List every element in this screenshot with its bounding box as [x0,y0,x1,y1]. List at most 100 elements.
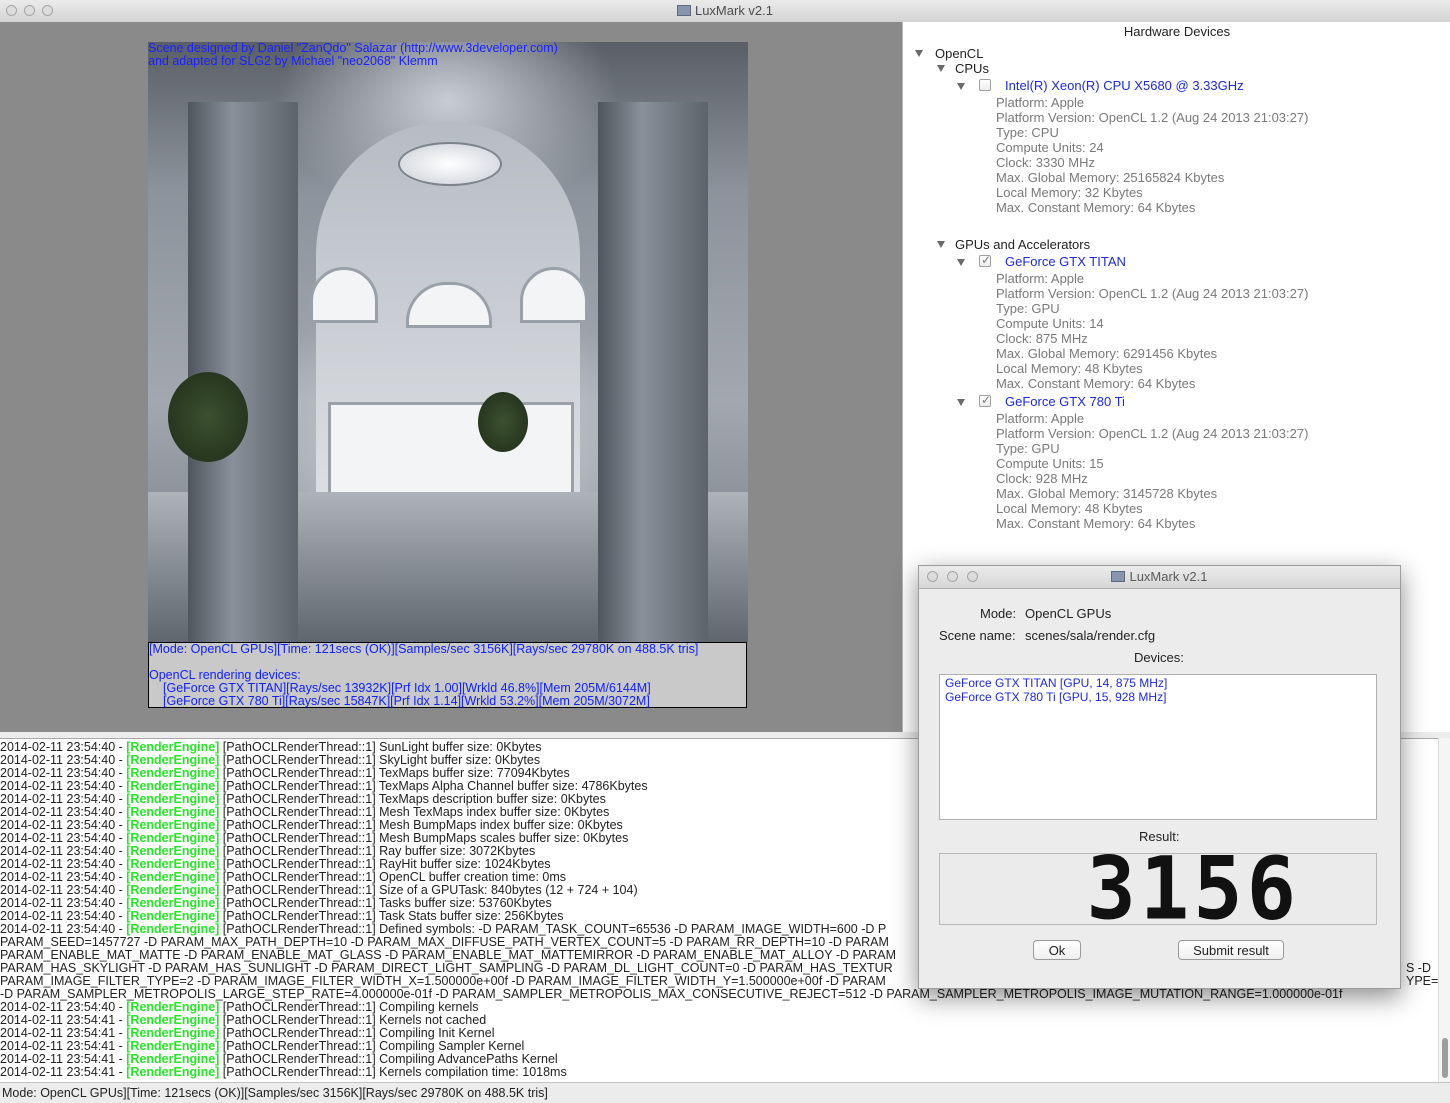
cpu-device-checkbox[interactable] [979,79,991,91]
log-timestamp: 2014-02-11 23:54:40 - [0,818,127,832]
log-tag: [RenderEngine] [126,1039,220,1053]
hardware-devices-header: Hardware Devices [903,22,1450,44]
log-message: [PathOCLRenderThread::1] Mesh BumpMaps s… [219,831,629,845]
log-timestamp: 2014-02-11 23:54:40 - [0,857,127,871]
dialog-mode-value: OpenCL GPUs [1025,606,1112,621]
scene-skylight [398,142,502,186]
log-timestamp: 2014-02-11 23:54:40 - [0,883,127,897]
log-timestamp: 2014-02-11 23:54:40 - [0,896,127,910]
log-tag: [RenderEngine] [126,831,220,845]
gpu2-property: Platform Version: OpenCL 1.2 (Aug 24 201… [996,426,1309,441]
gpu1-disclosure-triangle-icon[interactable] [957,259,965,266]
log-scrollbar-thumb[interactable] [1442,1038,1448,1078]
cpu-device-disclosure-triangle-icon[interactable] [957,83,965,90]
log-timestamp: 2014-02-11 23:54:40 - [0,792,127,806]
log-timestamp: 2014-02-11 23:54:40 - [0,805,127,819]
dialog-devices-list[interactable]: GeForce GTX TITAN [GPU, 14, 875 MHz] GeF… [939,674,1377,820]
gpu2-property: Max. Global Memory: 3145728 Kbytes [996,486,1218,501]
window-title: LuxMark v2.1 [694,3,774,18]
gpu2-disclosure-triangle-icon[interactable] [957,399,965,406]
log-timestamp: 2014-02-11 23:54:40 - [0,753,127,767]
log-tag: [RenderEngine] [126,740,220,754]
scene-plant-right [478,392,528,452]
cpu-property: Compute Units: 24 [996,140,1104,155]
render-stats-overlay: [Mode: OpenCL GPUs][Time: 121secs (OK)][… [148,642,747,708]
overlay-mode-line: [Mode: OpenCL GPUs][Time: 121secs (OK)][… [149,642,699,656]
log-message: [PathOCLRenderThread::1] Tasks buffer si… [219,896,552,910]
app-icon [676,5,691,16]
gpu1-property: Clock: 875 MHz [996,331,1088,346]
rendered-scene-image: Scene designed by Daniel "ZanQdo" Salaza… [148,42,748,642]
gpu1-property: Local Memory: 48 Kbytes [996,361,1143,376]
log-timestamp: 2014-02-11 23:54:41 - [0,1013,127,1027]
dialog-title: LuxMark v2.1 [1129,569,1208,584]
log-tag: [RenderEngine] [126,818,220,832]
log-message: [PathOCLRenderThread::1] OpenCL buffer c… [219,870,567,884]
ok-button[interactable]: Ok [1033,940,1081,960]
log-timestamp: 2014-02-11 23:54:40 - [0,1000,127,1014]
log-timestamp: 2014-02-11 23:54:40 - [0,909,127,923]
gpus-disclosure-triangle-icon[interactable] [937,241,945,248]
gpu1-property: Platform: Apple [996,271,1085,286]
log-scrollbar[interactable] [1438,738,1450,1082]
log-tag: [RenderEngine] [126,1052,220,1066]
dialog-mode-label: Mode: [980,606,1017,621]
scene-plant-left [168,372,248,462]
log-message: -D PARAM_SAMPLER_METROPOLIS_LARGE_STEP_R… [0,987,1343,1001]
tree-node-gpus[interactable]: GPUs and Accelerators [955,237,1090,252]
gpu1-property: Max. Constant Memory: 64 Kbytes [996,376,1196,391]
log-message: [PathOCLRenderThread::1] TexMaps buffer … [219,766,570,780]
log-message: [PathOCLRenderThread::1] Compiling Init … [219,1026,495,1040]
log-tag: [RenderEngine] [126,753,220,767]
log-tag: [RenderEngine] [126,779,220,793]
main-title-bar: LuxMark v2.1 [0,0,1450,23]
gpu2-device-checkbox[interactable] [979,393,991,407]
log-tag: [RenderEngine] [126,1000,220,1014]
log-timestamp: 2014-02-11 23:54:40 - [0,766,127,780]
log-timestamp: 2014-02-11 23:54:41 - [0,1052,127,1066]
scene-column-right [598,102,708,642]
cpu-property: Type: CPU [996,125,1059,140]
log-message: [PathOCLRenderThread::1] SunLight buffer… [219,740,542,754]
log-message: PARAM_HAS_SKYLIGHT -D PARAM_HAS_SUNLIGHT… [0,961,893,975]
dialog-scene-label: Scene name: [939,628,1016,643]
status-bar: Mode: OpenCL GPUs][Time: 121secs (OK)][S… [0,1082,1450,1102]
log-tag: [RenderEngine] [126,1065,220,1079]
gpu1-property: Compute Units: 14 [996,316,1104,331]
dialog-app-icon [1111,571,1126,582]
log-message: PARAM_SEED=1457727 -D PARAM_MAX_PATH_DEP… [0,935,889,949]
tree-node-opencl[interactable]: OpenCL [935,46,983,61]
dialog-device-item[interactable]: GeForce GTX 780 Ti [GPU, 15, 928 MHz] [945,690,1371,704]
gpu2-property: Local Memory: 48 Kbytes [996,501,1143,516]
gpu2-property: Clock: 928 MHz [996,471,1088,486]
log-tag: [RenderEngine] [126,883,220,897]
log-message: [PathOCLRenderThread::1] Size of a GPUTa… [219,883,638,897]
log-timestamp: 2014-02-11 23:54:41 - [0,1039,127,1053]
gpu1-property: Max. Global Memory: 6291456 Kbytes [996,346,1218,361]
cpu-property: Platform Version: OpenCL 1.2 (Aug 24 201… [996,110,1309,125]
log-message: [PathOCLRenderThread::1] TexMaps descrip… [219,792,606,806]
gpu2-device-name[interactable]: GeForce GTX 780 Ti [1005,394,1125,409]
log-message: [PathOCLRenderThread::1] Compiling Sampl… [219,1039,525,1053]
dialog-device-item[interactable]: GeForce GTX TITAN [GPU, 14, 875 MHz] [945,676,1371,690]
tree-node-cpus[interactable]: CPUs [955,61,989,76]
submit-result-button[interactable]: Submit result [1178,940,1284,960]
gpu1-device-name[interactable]: GeForce GTX TITAN [1005,254,1126,269]
cpu-device-name[interactable]: Intel(R) Xeon(R) CPU X5680 @ 3.33GHz [1005,78,1244,93]
opencl-disclosure-triangle-icon[interactable] [915,50,923,57]
log-timestamp: 2014-02-11 23:54:40 - [0,922,127,936]
overlay-device-2: [GeForce GTX 780 Ti][Rays/sec 15847K][Pr… [163,694,650,708]
log-tag: [RenderEngine] [126,844,220,858]
cpus-disclosure-triangle-icon[interactable] [937,65,945,72]
cpu-property: Max. Constant Memory: 64 Kbytes [996,200,1196,215]
log-message: [PathOCLRenderThread::1] Defined symbols… [219,922,887,936]
log-message: [PathOCLRenderThread::1] Kernels compila… [219,1065,567,1079]
log-message: PARAM_IMAGE_FILTER_TYPE=2 -D PARAM_IMAGE… [0,974,886,988]
log-line-fragment: YPE=2 [1406,974,1438,988]
log-timestamp: 2014-02-11 23:54:40 - [0,740,127,754]
gpu1-device-checkbox[interactable] [979,253,991,267]
gpu2-property: Type: GPU [996,441,1060,456]
log-message: [PathOCLRenderThread::1] Task Stats buff… [219,909,564,923]
log-line: 2014-02-11 23:54:41 - [RenderEngine] [Pa… [0,1066,567,1079]
log-tag: [RenderEngine] [126,1013,220,1027]
